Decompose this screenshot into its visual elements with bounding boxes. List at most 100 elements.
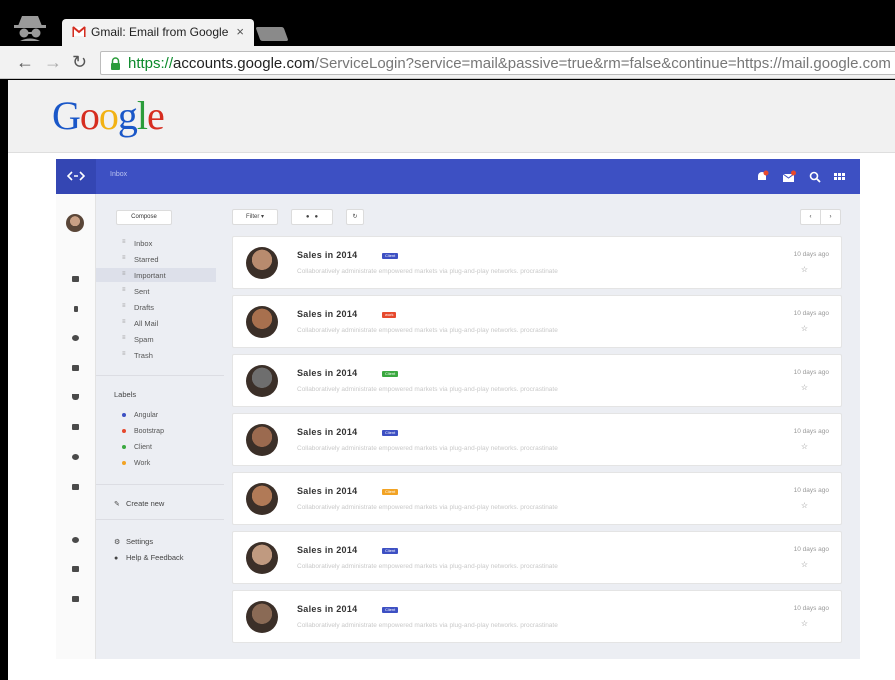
create-new-label: Create new <box>126 499 165 508</box>
star-icon[interactable]: ☆ <box>801 560 808 569</box>
mail-subject: Sales in 2014 <box>297 486 358 496</box>
folder-icon: ≡ <box>122 303 126 309</box>
folder-icon: ≡ <box>122 351 126 357</box>
folder-item-important[interactable]: ≡ Important <box>96 268 216 282</box>
folder-item-drafts[interactable]: ≡ Drafts <box>96 300 216 314</box>
app-header: Inbox <box>56 159 860 194</box>
sender-avatar <box>246 306 278 338</box>
star-icon[interactable]: ☆ <box>801 324 808 333</box>
sender-avatar <box>246 483 278 515</box>
compose-button[interactable]: Compose <box>116 210 172 225</box>
logo-letter: o <box>79 93 100 138</box>
folder-item-starred[interactable]: ≡ Starred <box>96 252 216 266</box>
folder-item-sent[interactable]: ≡ Sent <box>96 284 216 298</box>
star-icon[interactable]: ☆ <box>801 442 808 451</box>
settings-rail-icon[interactable] <box>72 537 79 543</box>
logo-letter: G <box>52 93 81 138</box>
incognito-icon <box>14 16 46 41</box>
star-icon[interactable]: ☆ <box>801 383 808 392</box>
sender-avatar <box>246 424 278 456</box>
folder-item-inbox[interactable]: ≡ Inbox <box>96 236 216 250</box>
mail-preview: Collaboratively administrate empowered m… <box>297 445 558 452</box>
mail-item[interactable]: Sales in 2014 Client Collaboratively admin… <box>232 531 842 584</box>
cup-icon[interactable] <box>72 394 79 400</box>
folder-label: Drafts <box>134 303 155 312</box>
mail-icon[interactable] <box>72 365 79 371</box>
new-tab-button[interactable] <box>255 27 289 41</box>
folder-icon: ≡ <box>122 319 126 325</box>
sidebar-divider <box>96 519 224 520</box>
star-icon[interactable]: ☆ <box>801 501 808 510</box>
mail-subject: Sales in 2014 <box>297 309 358 319</box>
mail-date: 10 days ago <box>793 487 829 494</box>
folder-label: Inbox <box>134 239 153 248</box>
mail-item[interactable]: Sales in 2014 Client Collaboratively admin… <box>232 590 842 643</box>
home-icon[interactable] <box>72 276 79 282</box>
label-item-angular[interactable]: Angular <box>122 412 158 419</box>
copy-icon[interactable] <box>72 566 79 572</box>
label-item-bootstrap[interactable]: Bootstrap <box>122 428 164 435</box>
settings-label: Settings <box>126 537 154 546</box>
mail-subject: Sales in 2014 <box>297 427 358 437</box>
logo-letter: e <box>147 93 165 138</box>
next-page-button[interactable]: › <box>820 209 841 225</box>
mail-tag-badge: Client <box>382 548 399 554</box>
help-icon: ● <box>114 555 119 562</box>
refresh-button[interactable]: ↻ <box>346 209 364 225</box>
label-item-work[interactable]: Work <box>122 460 150 467</box>
forward-icon[interactable]: → <box>44 52 62 72</box>
eye-icon[interactable] <box>72 335 79 341</box>
create-new-link[interactable]: ✎ Create new <box>114 499 164 508</box>
pin-icon[interactable] <box>74 306 78 312</box>
prev-page-button[interactable]: ‹ <box>800 209 821 225</box>
url-text: https://accounts.google.com/ServiceLogin… <box>128 55 891 72</box>
chart-icon[interactable] <box>72 484 79 490</box>
browser-tab-bar: Gmail: Email from Google × <box>0 0 895 46</box>
mail-tag-badge: Client <box>382 430 399 436</box>
mail-tag-badge: work <box>382 312 397 318</box>
notification-icon[interactable] <box>755 170 769 184</box>
star-icon[interactable]: ☆ <box>801 265 808 274</box>
view-toggle[interactable]: ● ● <box>291 209 333 225</box>
back-icon[interactable]: ← <box>16 52 34 72</box>
label-text: Bootstrap <box>134 428 164 435</box>
search-icon[interactable] <box>808 170 822 184</box>
mail-item[interactable]: Sales in 2014 Client Collaboratively admin… <box>232 413 842 466</box>
sidebar-divider <box>96 375 224 376</box>
reload-icon[interactable]: ↻ <box>72 52 87 72</box>
label-item-client[interactable]: Client <box>122 444 152 451</box>
address-bar[interactable]: https://accounts.google.com/ServiceLogin… <box>100 51 895 75</box>
folder-item-spam[interactable]: ≡ Spam <box>96 332 216 346</box>
mail-date: 10 days ago <box>793 310 829 317</box>
messages-icon[interactable] <box>782 170 796 184</box>
label-text: Work <box>134 460 151 467</box>
folder-label: All Mail <box>134 319 159 328</box>
breadcrumb: Inbox <box>110 171 128 178</box>
apps-grid-icon[interactable] <box>832 170 846 184</box>
mail-date: 10 days ago <box>793 369 829 376</box>
map-icon[interactable] <box>72 424 79 430</box>
star-icon[interactable]: ☆ <box>801 619 808 628</box>
trash-rail-icon[interactable] <box>72 596 79 602</box>
inbox-app: Inbox Compose ≡ Inbox ≡ Starred ≡ Important ≡ S… <box>56 159 860 659</box>
filter-dropdown[interactable]: Filter ▾ <box>232 209 278 225</box>
mail-date: 10 days ago <box>793 251 829 258</box>
mail-item[interactable]: Sales in 2014 Client Collaboratively admin… <box>232 354 842 407</box>
folder-item-trash[interactable]: ≡ Trash <box>96 348 216 362</box>
sender-avatar <box>246 247 278 279</box>
folder-label: Spam <box>134 335 154 344</box>
mail-preview: Collaboratively administrate empowered m… <box>297 622 558 629</box>
layers-icon[interactable] <box>72 454 79 460</box>
mail-item[interactable]: Sales in 2014 Client Collaboratively admin… <box>232 472 842 525</box>
app-brand[interactable] <box>56 159 96 194</box>
mail-item[interactable]: Sales in 2014 Client Collaboratively admin… <box>232 236 842 289</box>
mail-item[interactable]: Sales in 2014 work Collaboratively adminis… <box>232 295 842 348</box>
tab-close-icon[interactable]: × <box>236 24 244 39</box>
settings-link[interactable]: ⚙ Settings <box>114 537 153 546</box>
label-dot-icon <box>122 461 126 466</box>
folder-label: Trash <box>134 351 153 360</box>
folder-item-all-mail[interactable]: ≡ All Mail <box>96 316 216 330</box>
help-link[interactable]: ● Help & Feedback <box>114 553 184 562</box>
tab-gmail[interactable]: Gmail: Email from Google × <box>62 19 254 46</box>
user-avatar[interactable] <box>66 214 84 232</box>
